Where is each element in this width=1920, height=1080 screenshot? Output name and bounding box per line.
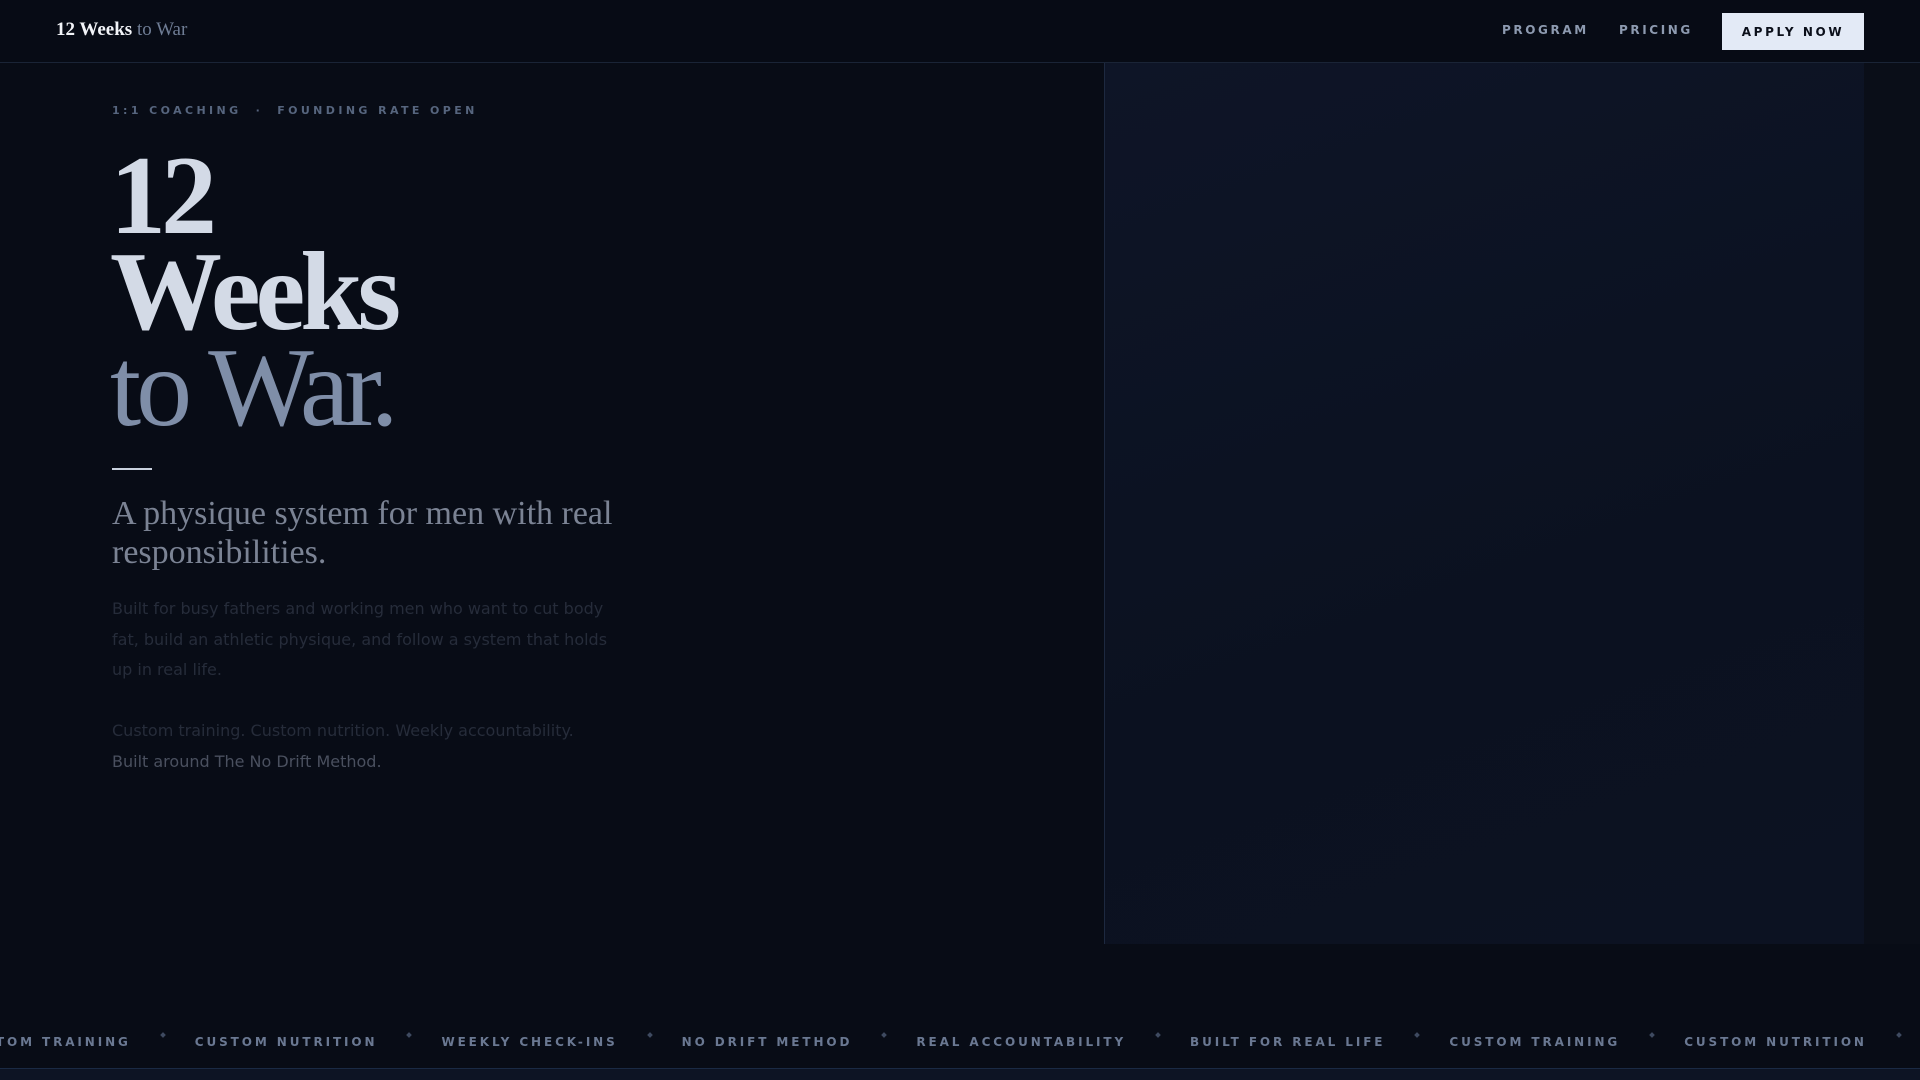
diamond-separator-icon — [1414, 1032, 1421, 1038]
ticker-item: REAL ACCOUNTABILITY — [916, 1035, 1127, 1049]
apply-now-button[interactable]: APPLY NOW — [1722, 13, 1864, 50]
ticker-item: CUSTOM NUTRITION — [1684, 1035, 1867, 1049]
method-text: Built around The No Drift Method. — [112, 751, 382, 771]
diamond-separator-icon — [881, 1032, 888, 1038]
hero-description: Built for busy fathers and working men w… — [112, 599, 608, 680]
nav-link-pricing[interactable]: PRICING — [1619, 23, 1693, 37]
headline-line-3: to War. — [110, 326, 399, 450]
diamond-separator-icon — [1649, 1032, 1656, 1038]
diamond-separator-icon — [406, 1032, 413, 1038]
logo-bold: 12 Weeks — [56, 19, 133, 40]
ticker-item: WEEKLY CHECK-INS — [441, 1035, 618, 1049]
top-navigation: 12 Weeks to War PROGRAM PRICING APPLY NO… — [0, 0, 1920, 63]
features-text: Custom training. Custom nutrition. Weekl… — [112, 721, 574, 740]
eyebrow-founding-rate: FOUNDING RATE OPEN — [277, 104, 478, 117]
ticker-track: CUSTOM TRAINING CUSTOM NUTRITION WEEKLY CH… — [0, 1032, 1920, 1049]
logo-light: to War — [136, 19, 188, 40]
hero-subheadline: A physique system for men with real resp… — [112, 495, 613, 571]
hero-features: Custom training. Custom nutrition. Weekl… — [112, 716, 652, 777]
ticker-item: CUSTOM TRAINING — [0, 1035, 131, 1049]
eyebrow-coaching: 1:1 COACHING — [112, 104, 242, 117]
nav-link-program[interactable]: PROGRAM — [1502, 23, 1589, 37]
headline-divider — [112, 468, 152, 470]
right-gutter — [1864, 63, 1920, 944]
logo[interactable]: 12 Weeks to War — [56, 19, 187, 41]
eyebrow-separator: · — [255, 104, 264, 117]
diamond-separator-icon — [1155, 1032, 1161, 1038]
diamond-separator-icon — [1896, 1032, 1902, 1038]
hero-headline: 12 Weeks to War. — [110, 140, 401, 450]
ticker-item: BUILT FOR REAL LIFE — [1190, 1035, 1386, 1049]
hero-eyebrow: 1:1 COACHING · FOUNDING RATE OPEN — [112, 104, 478, 117]
ticker-item: NO DRIFT METHOD — [681, 1035, 853, 1049]
ticker-item: CUSTOM NUTRITION — [194, 1035, 378, 1049]
feature-ticker: CUSTOM TRAINING CUSTOM NUTRITION WEEKLY CH… — [0, 1018, 1920, 1069]
hero-media-panel — [1104, 63, 1865, 944]
next-section-edge — [0, 1069, 1920, 1080]
ticker-item: CUSTOM TRAINING — [1449, 1035, 1621, 1049]
diamond-separator-icon — [159, 1032, 166, 1038]
diamond-separator-icon — [646, 1032, 653, 1038]
